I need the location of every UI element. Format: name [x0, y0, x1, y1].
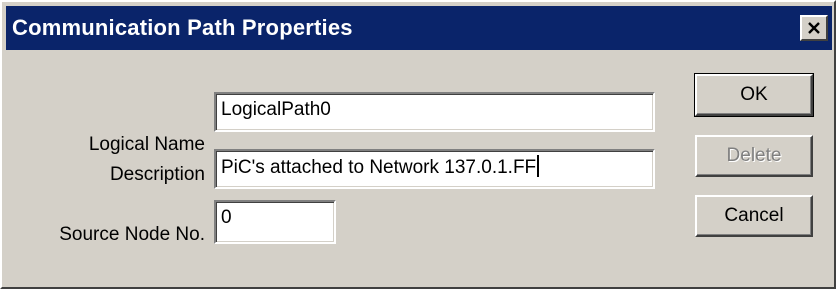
- delete-button[interactable]: Delete: [695, 135, 813, 177]
- logical-name-field[interactable]: LogicalPath0: [214, 92, 655, 132]
- source-node-label: Source Node No.: [59, 224, 205, 245]
- description-label: Description: [109, 164, 205, 185]
- logical-name-value: LogicalPath0: [221, 99, 331, 120]
- title-bar[interactable]: Communication Path Properties: [6, 6, 832, 50]
- cancel-button[interactable]: Cancel: [695, 195, 813, 237]
- text-caret: [537, 155, 540, 177]
- source-node-field[interactable]: 0: [214, 200, 336, 244]
- source-node-value: 0: [221, 207, 232, 228]
- dialog-window: Communication Path Properties Logical Na…: [0, 0, 836, 289]
- delete-button-label: Delete: [726, 145, 782, 166]
- description-value: PiC's attached to Network 137.0.1.FF: [221, 157, 537, 178]
- ok-button-label: OK: [740, 84, 768, 105]
- close-button[interactable]: [800, 15, 828, 41]
- cancel-button-label: Cancel: [724, 205, 784, 226]
- description-field[interactable]: PiC's attached to Network 137.0.1.FF: [214, 149, 655, 189]
- ok-button[interactable]: OK: [694, 73, 814, 117]
- close-icon: [808, 21, 820, 34]
- dialog-title: Communication Path Properties: [12, 15, 353, 40]
- logical-name-label: Logical Name: [88, 134, 205, 155]
